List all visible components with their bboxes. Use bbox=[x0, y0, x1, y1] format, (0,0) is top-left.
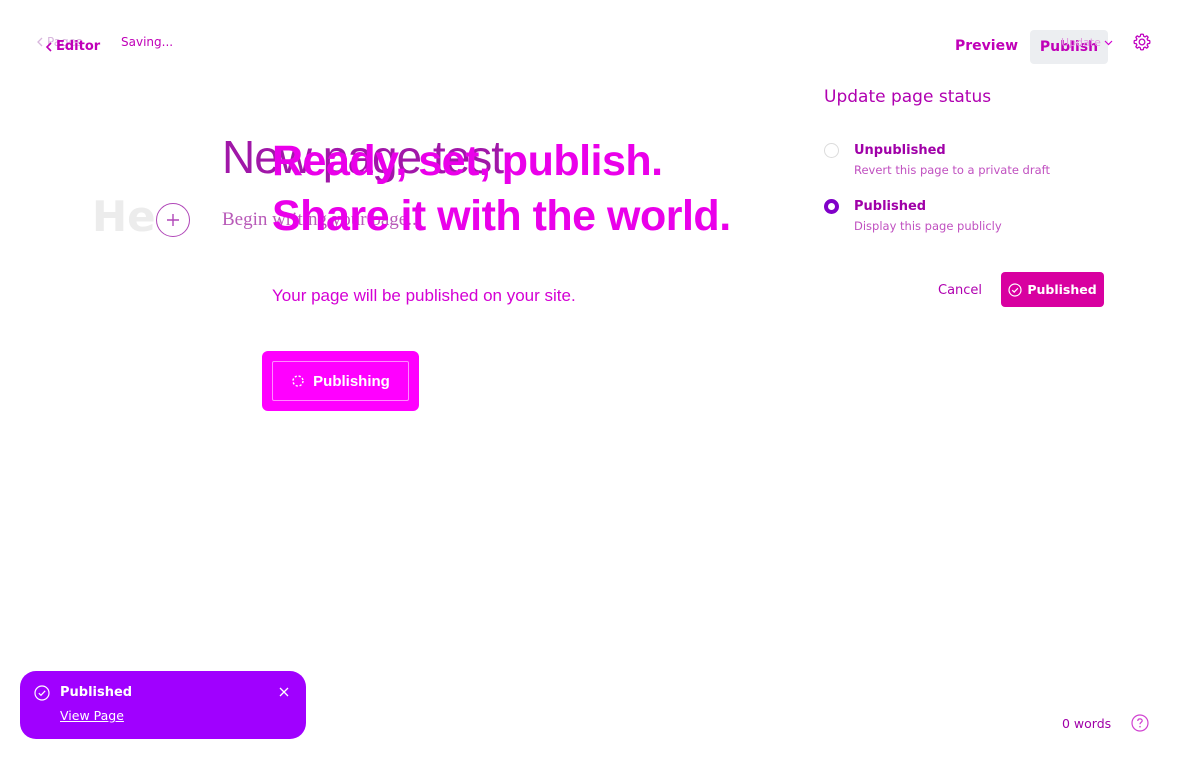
help-button[interactable] bbox=[1131, 714, 1149, 732]
option-label: Published bbox=[854, 199, 927, 214]
update-label: Update bbox=[1061, 36, 1101, 49]
radio-published[interactable] bbox=[824, 199, 839, 214]
published-snackbar: Published View Page bbox=[20, 671, 306, 739]
check-circle-icon bbox=[1008, 282, 1022, 297]
close-icon bbox=[279, 687, 289, 697]
back-to-editor-link[interactable]: Editor bbox=[45, 39, 100, 54]
status-option-published[interactable]: Published Display this page publicly bbox=[822, 198, 1112, 242]
publishing-label: Publishing bbox=[313, 372, 390, 390]
confirm-published-button[interactable]: Published bbox=[1001, 272, 1104, 307]
radio-unpublished[interactable] bbox=[824, 143, 839, 158]
option-label: Unpublished bbox=[854, 143, 946, 158]
headline-line-1: Ready, set, publish. bbox=[272, 137, 663, 185]
headline-line-2: Share it with the world. bbox=[272, 192, 731, 240]
view-page-link[interactable]: View Page bbox=[60, 708, 124, 723]
chevron-down-icon bbox=[1104, 40, 1113, 45]
prepublish-description: Your page will be published on your site… bbox=[272, 286, 576, 305]
chevron-left-icon bbox=[37, 37, 43, 47]
page-status-panel: Update page status Unpublished Revert th… bbox=[822, 84, 1122, 324]
check-circle-icon bbox=[34, 685, 50, 701]
option-help: Display this page publicly bbox=[854, 219, 1002, 233]
word-count: 0 words bbox=[1062, 716, 1112, 731]
status-panel-title: Update page status bbox=[824, 87, 992, 107]
save-status: Saving... bbox=[121, 35, 174, 49]
preview-button[interactable]: Preview bbox=[947, 36, 1026, 56]
plus-icon bbox=[167, 214, 179, 226]
update-menu[interactable]: Update bbox=[1061, 36, 1113, 49]
option-help: Revert this page to a private draft bbox=[854, 163, 1050, 177]
spinner-icon bbox=[292, 375, 304, 387]
snackbar-close-button[interactable] bbox=[276, 684, 292, 700]
confirm-label: Published bbox=[1027, 282, 1097, 297]
chevron-left-icon bbox=[45, 41, 52, 52]
top-bar: Pages Editor Saving... Preview Publish U… bbox=[0, 0, 1184, 90]
status-option-unpublished[interactable]: Unpublished Revert this page to a privat… bbox=[822, 142, 1112, 186]
add-block-button[interactable] bbox=[156, 203, 190, 237]
prepublish-headline: Ready, set, publish. Share it with the w… bbox=[272, 134, 731, 244]
editor-page: Pages Editor Saving... Preview Publish U… bbox=[0, 0, 1184, 767]
help-circle-icon bbox=[1131, 714, 1149, 732]
publishing-button[interactable]: Publishing bbox=[262, 351, 419, 411]
gear-icon[interactable] bbox=[1132, 32, 1152, 52]
snackbar-title: Published bbox=[60, 685, 133, 700]
editor-label: Editor bbox=[56, 39, 101, 54]
cancel-button[interactable]: Cancel bbox=[934, 281, 986, 300]
ghost-text: He bbox=[92, 192, 156, 241]
